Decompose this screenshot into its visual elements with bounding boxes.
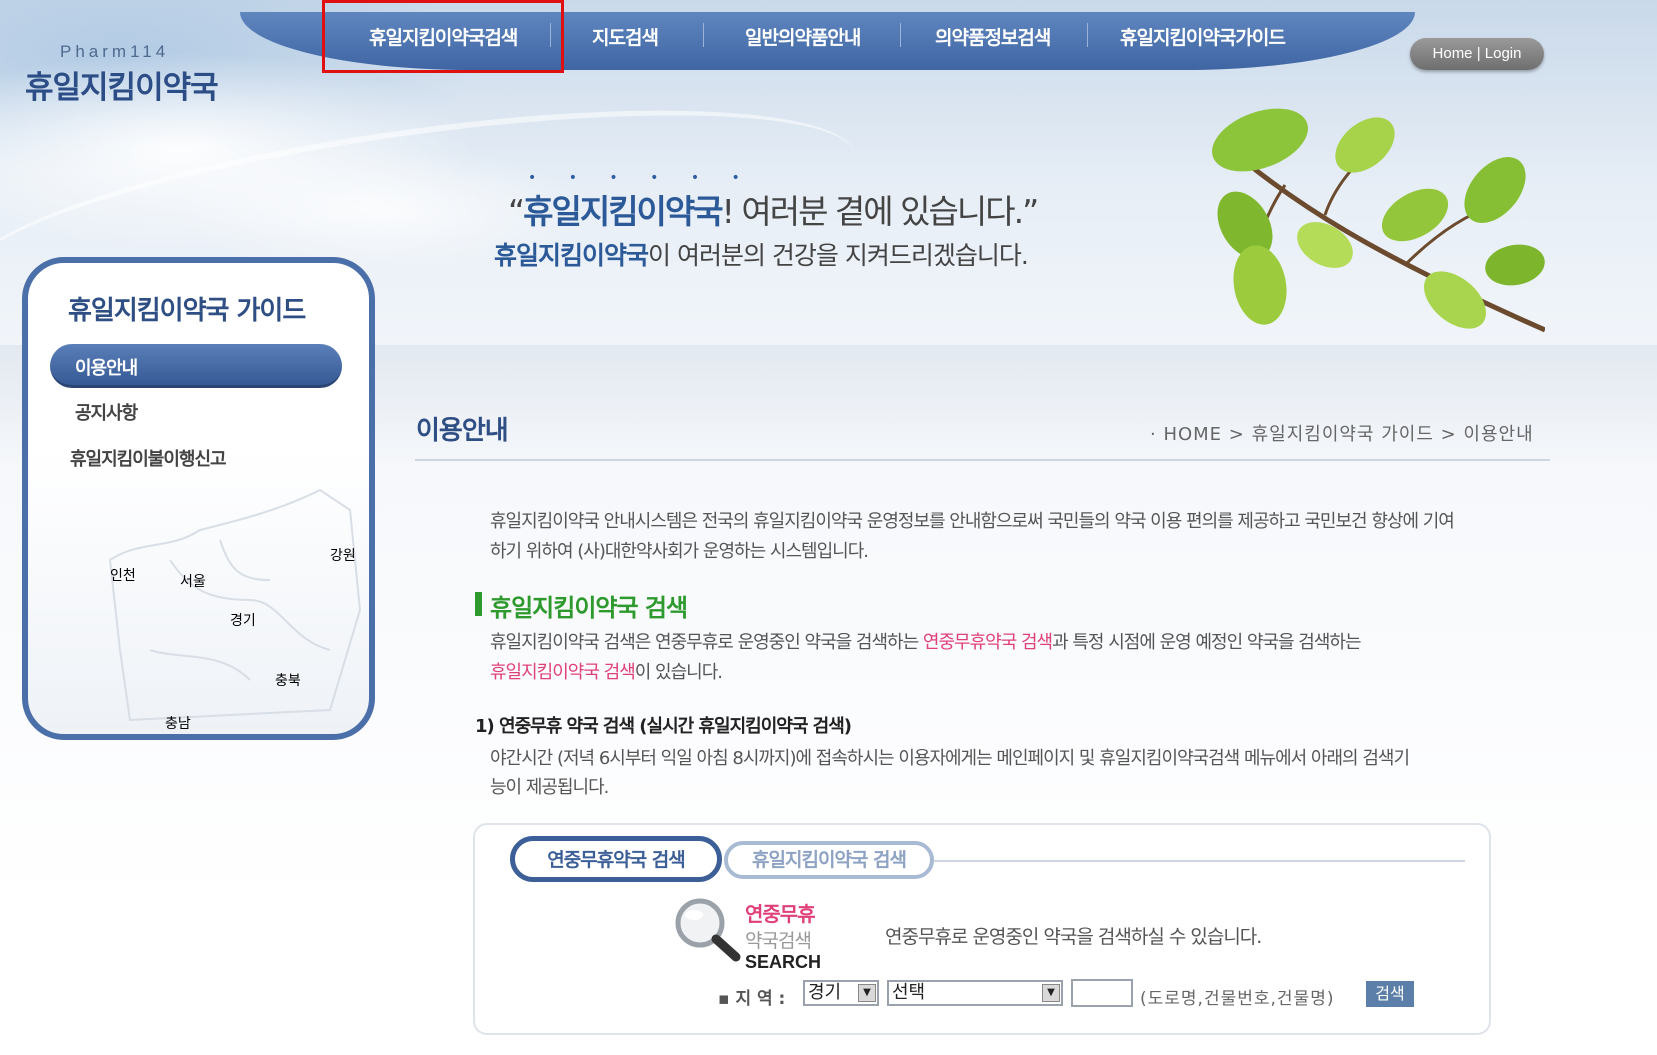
sidebar-item-usage-guide[interactable]: 이용안내 [75, 354, 138, 380]
intro-text-line-2: 하기 위하여 (사)대한약사회가 운영하는 시스템입니다. [490, 541, 869, 562]
link-yearround-search: 연중무휴약국 검색 [922, 632, 1053, 653]
subsection-text-line-2: 능이 제공됩니다. [490, 777, 609, 798]
slogan-line-1: “휴일지킴이약국! 여러분 곁에 있습니다.” [508, 192, 1039, 231]
address-input[interactable] [1071, 979, 1133, 1007]
nav-item-guide[interactable]: 휴일지킴이약국가이드 [1120, 23, 1286, 50]
nav-separator [703, 23, 704, 47]
sidebar-item-notices[interactable]: 공지사항 [75, 399, 138, 425]
nav-item-drug-info-search[interactable]: 의약품정보검색 [935, 23, 1051, 50]
search-label-yearround: 연중무휴 [745, 902, 816, 926]
korea-map-illustration: 인천 서울 경기 강원 충북 충남 [108, 488, 362, 730]
section-title: 휴일지킴이약국 검색 [490, 594, 688, 622]
map-label: 강원 [330, 548, 356, 564]
search-description: 연중무휴로 운영중인 약국을 검색하실 수 있습니다. [885, 926, 1262, 948]
district-select[interactable]: 선택 ▼ [887, 980, 1063, 1006]
page-title: 이용안내 [416, 416, 509, 446]
highlight-box [322, 0, 564, 73]
nav-separator [900, 23, 901, 47]
section-text-line-2: 휴일지킴이약국 검색이 있습니다. [490, 662, 723, 683]
slogan-dots: • • • • • • [528, 170, 754, 186]
nav-separator [1087, 23, 1088, 47]
sidebar-title: 휴일지킴이약국 가이드 [68, 296, 306, 326]
search-label-pharmacy: 약국검색 [745, 930, 812, 952]
leaves-illustration [1212, 108, 1545, 333]
region-label: ▪ 지 역 : [718, 989, 786, 1009]
chevron-down-icon: ▼ [1042, 984, 1060, 1002]
nav-item-map-search[interactable]: 지도검색 [592, 23, 659, 50]
magnifier-icon [675, 898, 741, 962]
map-label: 충북 [275, 673, 301, 689]
section-marker [475, 592, 482, 616]
subsection-title: 1) 연중무휴 약국 검색 (실시간 휴일지킴이약국 검색) [475, 716, 852, 737]
address-hint: (도로명,건물번호,건물명) [1140, 989, 1335, 1009]
section-text-line-1: 휴일지킴이약국 검색은 연중무휴로 운영중인 약국을 검색하는 연중무휴약국 검… [490, 632, 1362, 653]
chevron-down-icon: ▼ [858, 984, 876, 1002]
map-label: 인천 [110, 568, 136, 584]
slogan-brand: 휴일지킴이약국 [523, 192, 724, 231]
search-button[interactable]: 검색 [1366, 981, 1414, 1007]
link-holiday-search: 휴일지킴이약국 검색 [490, 662, 636, 683]
tab-underline [925, 860, 1465, 862]
tab-holiday-pharmacy-search[interactable]: 휴일지킴이약국 검색 [724, 841, 934, 879]
site-logo[interactable]: 휴일지킴이약국 [25, 62, 219, 107]
intro-text-line-1: 휴일지킴이약국 안내시스템은 전국의 휴일지킴이약국 운영정보를 안내함으로써 … [490, 511, 1455, 532]
search-label-en: SEARCH [745, 952, 822, 972]
divider [415, 459, 1550, 461]
region-select[interactable]: 경기 ▼ [803, 980, 879, 1006]
logo-subtitle: Pharm114 [60, 42, 170, 61]
nav-item-otc-info[interactable]: 일반의약품안내 [745, 23, 861, 50]
breadcrumb: · HOME > 휴일지킴이약국 가이드 > 이용안내 [1150, 424, 1534, 445]
map-label: 서울 [180, 574, 206, 590]
map-label: 충남 [165, 716, 191, 730]
tab-yearround-pharmacy-search[interactable]: 연중무휴약국 검색 [510, 836, 722, 882]
sidebar-item-noncompliance-report[interactable]: 휴일지킴이불이행신고 [70, 445, 227, 471]
slogan-brand: 휴일지킴이약국 [494, 241, 649, 270]
slogan-line-2: 휴일지킴이약국이 여러분의 건강을 지켜드리겠습니다. [494, 241, 1029, 270]
subsection-text-line-1: 야간시간 (저녁 6시부터 익일 아침 8시까지)에 접속하시는 이용자에게는 … [490, 748, 1410, 769]
home-login-button[interactable]: Home | Login [1410, 38, 1544, 70]
map-label: 경기 [230, 613, 256, 629]
